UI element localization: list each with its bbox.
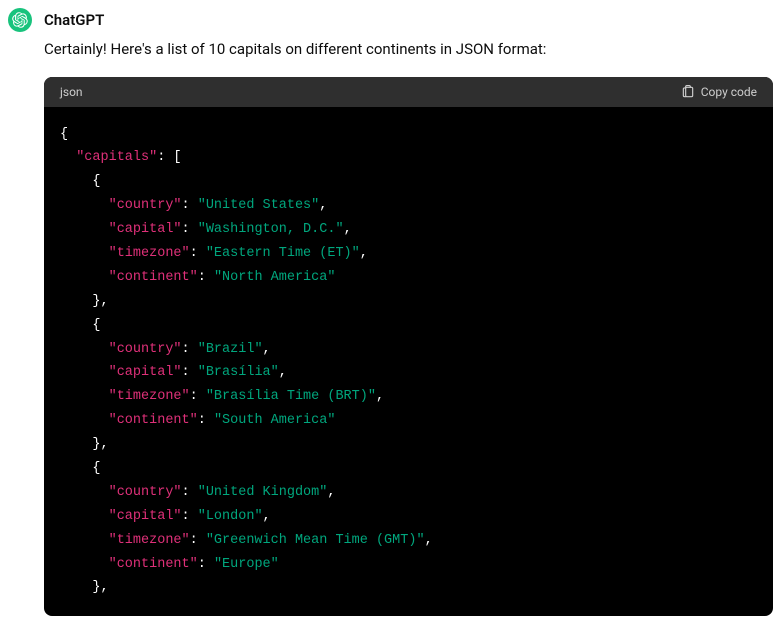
code-content: { "capitals": [ { "country": "United Sta…: [44, 107, 773, 617]
openai-logo-icon: [12, 12, 28, 28]
code-language-label: json: [60, 85, 83, 99]
clipboard-icon: [681, 85, 695, 99]
assistant-message: ChatGPT Certainly! Here's a list of 10 c…: [0, 0, 781, 624]
message-body: Certainly! Here's a list of 10 capitals …: [44, 38, 773, 616]
chatgpt-avatar: [8, 8, 32, 32]
sender-name: ChatGPT: [44, 11, 104, 29]
copy-code-label: Copy code: [701, 85, 757, 99]
copy-code-button[interactable]: Copy code: [681, 85, 757, 99]
message-header: ChatGPT: [8, 8, 773, 32]
intro-text: Certainly! Here's a list of 10 capitals …: [44, 38, 773, 61]
code-header: json Copy code: [44, 77, 773, 107]
code-block: json Copy code { "capitals": [ { "countr…: [44, 77, 773, 617]
